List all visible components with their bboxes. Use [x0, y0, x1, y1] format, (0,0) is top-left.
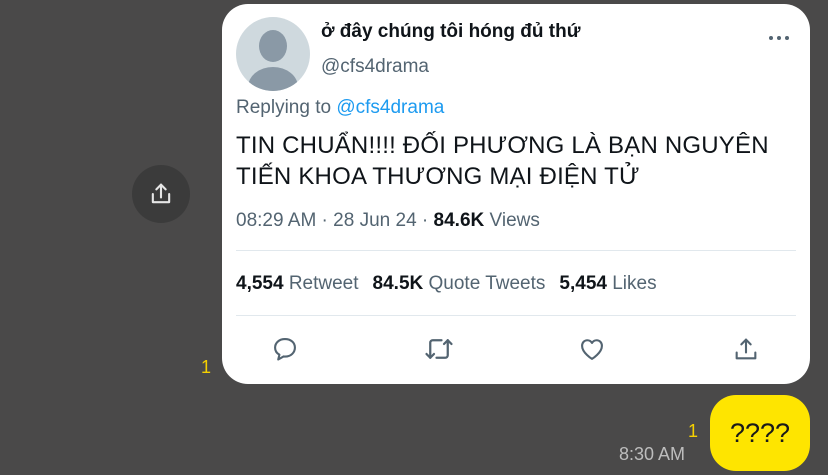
like-icon	[581, 339, 603, 360]
user-handle: @cfs4drama	[321, 56, 429, 77]
message-bubble[interactable]: ????	[710, 395, 810, 471]
tweet-time: 08:29 AM	[236, 210, 317, 231]
tweet-share-button[interactable]	[731, 334, 761, 364]
replying-mention: @cfs4drama	[336, 97, 445, 118]
likes-label: Likes	[612, 273, 657, 294]
retweet-icon	[425, 339, 453, 359]
views-count: 84.6K	[433, 210, 485, 231]
tweet-meta: 08:29 AM · 28 Jun 24 · 84.6K Views	[236, 210, 540, 231]
retweet-button[interactable]	[424, 334, 454, 364]
tweet-card[interactable]: ở đây chúng tôi hóng đủ thứ @cfs4drama R…	[222, 4, 810, 384]
tweet-text: TIN CHUẨN!!!! ĐỐI PHƯƠNG LÀ BẠN NGUYÊN T…	[236, 132, 769, 190]
unread-counter: 1	[201, 357, 212, 377]
unread-counter: 1	[688, 421, 699, 441]
quote-label: Quote Tweets	[428, 273, 546, 294]
more-horizontal-icon	[769, 36, 789, 40]
likes-count: 5,454	[559, 273, 607, 294]
message-time: 8:30 AM	[619, 444, 686, 464]
divider	[236, 250, 796, 251]
quote-count: 84.5K	[372, 273, 424, 294]
retweet-count: 4,554	[236, 273, 284, 294]
tweet-stats: 4,554 Retweet 84.5K Quote Tweets 5,454 Lik…	[236, 273, 657, 295]
replying-to: Replying to @cfs4drama	[236, 97, 444, 119]
share-icon	[735, 338, 757, 360]
share-icon	[151, 183, 171, 204]
avatar	[236, 17, 310, 91]
reply-button[interactable]	[270, 334, 300, 364]
forward-button[interactable]	[132, 165, 190, 223]
reply-icon	[274, 338, 296, 361]
display-name: ở đây chúng tôi hóng đủ thứ	[321, 21, 581, 42]
views-label: Views	[489, 210, 540, 231]
retweet-label: Retweet	[288, 273, 359, 294]
like-button[interactable]	[577, 334, 607, 364]
replying-prefix: Replying to	[236, 97, 337, 118]
tweet-date: 28 Jun 24	[333, 210, 417, 231]
divider	[236, 315, 796, 316]
